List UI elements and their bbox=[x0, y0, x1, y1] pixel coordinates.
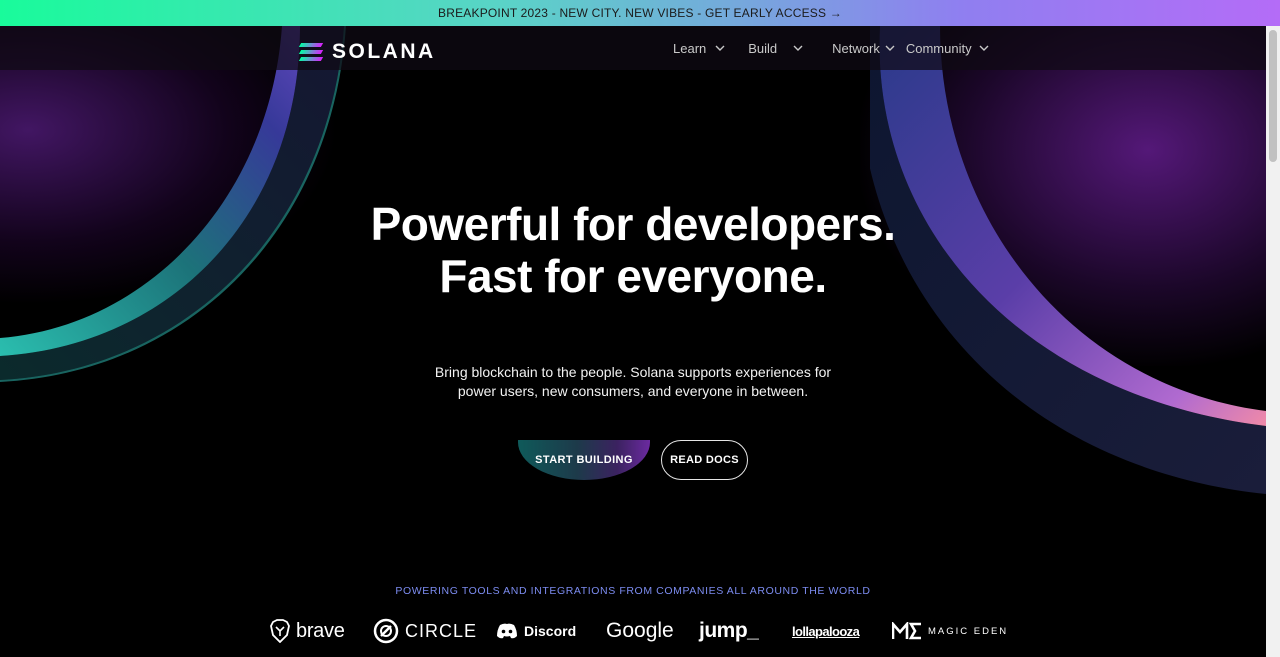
solana-logo[interactable]: SOLANA bbox=[298, 40, 436, 64]
scrollbar-thumb[interactable] bbox=[1269, 30, 1277, 162]
hero-subtitle-line2: power users, new consumers, and everyone… bbox=[457, 383, 809, 399]
announcement-banner[interactable]: BREAKPOINT 2023 - NEW CITY. NEW VIBES - … bbox=[0, 0, 1280, 26]
announcement-link[interactable]: BREAKPOINT 2023 - NEW CITY. NEW VIBES - … bbox=[438, 6, 842, 20]
solana-mark-icon bbox=[298, 43, 324, 61]
hero-subtitle: Bring blockchain to the people. Solana s… bbox=[0, 363, 1266, 401]
chevron-down-icon bbox=[885, 45, 895, 51]
discord-icon bbox=[497, 623, 517, 639]
google-logo[interactable]: Google bbox=[606, 616, 674, 646]
brand-name: CIRCLE bbox=[405, 620, 478, 641]
brand-name: Discord bbox=[524, 623, 577, 639]
nav-label: Build bbox=[748, 40, 778, 56]
hero-title: Powerful for developers. Fast for everyo… bbox=[0, 198, 1266, 302]
partners-heading: POWERING TOOLS AND INTEGRATIONS FROM COM… bbox=[395, 585, 871, 597]
hero-section: SOLANA Learn Build Network Community Pow… bbox=[0, 26, 1266, 657]
read-docs-button[interactable]: READ DOCS bbox=[661, 440, 748, 480]
circle-logo[interactable]: CIRCLE bbox=[373, 616, 477, 646]
magic-eden-logo[interactable]: MAGIC EDEN bbox=[892, 616, 1008, 646]
right-glow-decoration bbox=[860, 26, 1266, 366]
nav-label: Network bbox=[832, 40, 880, 56]
brand-name: jump_ bbox=[699, 619, 759, 642]
start-building-button[interactable]: START BUILDING bbox=[518, 440, 650, 480]
nav-item-learn[interactable]: Learn bbox=[673, 41, 726, 56]
discord-logo[interactable]: Discord bbox=[496, 616, 576, 646]
partner-logos: brave CIRCLE Discord Google jump_ lollap… bbox=[0, 616, 1266, 650]
chevron-down-icon bbox=[979, 45, 989, 51]
nav-label: Community bbox=[905, 40, 972, 56]
lollapalooza-logo[interactable]: lollapalooza bbox=[792, 616, 860, 646]
brand-name: brave bbox=[296, 619, 345, 642]
brave-logo[interactable]: brave bbox=[270, 616, 345, 646]
logo-wordmark: SOLANA bbox=[332, 40, 436, 63]
nav-item-build[interactable]: Build bbox=[748, 41, 804, 56]
page-scrollbar[interactable] bbox=[1266, 26, 1280, 657]
hero-title-line2: Fast for everyone. bbox=[439, 250, 827, 302]
circle-logo-icon bbox=[373, 618, 399, 644]
lion-shield-icon bbox=[270, 619, 290, 643]
top-navbar: SOLANA Learn Build Network Community bbox=[0, 26, 1266, 70]
magic-eden-icon bbox=[892, 622, 921, 640]
chevron-down-icon bbox=[793, 45, 803, 51]
nav-item-network[interactable]: Network bbox=[832, 41, 896, 56]
brand-name: lollapalooza bbox=[792, 623, 860, 639]
main-nav: Learn Build Network Community bbox=[673, 26, 1012, 70]
hero-subtitle-line1: Bring blockchain to the people. Solana s… bbox=[434, 364, 832, 380]
brand-name: Google bbox=[606, 619, 674, 642]
brand-name: MAGIC EDEN bbox=[928, 625, 1009, 637]
hero-title-line1: Powerful for developers. bbox=[370, 198, 896, 250]
nav-item-community[interactable]: Community bbox=[906, 41, 990, 56]
nav-label: Learn bbox=[673, 40, 707, 56]
chevron-down-icon bbox=[715, 45, 725, 51]
jump-logo[interactable]: jump_ bbox=[699, 616, 759, 646]
